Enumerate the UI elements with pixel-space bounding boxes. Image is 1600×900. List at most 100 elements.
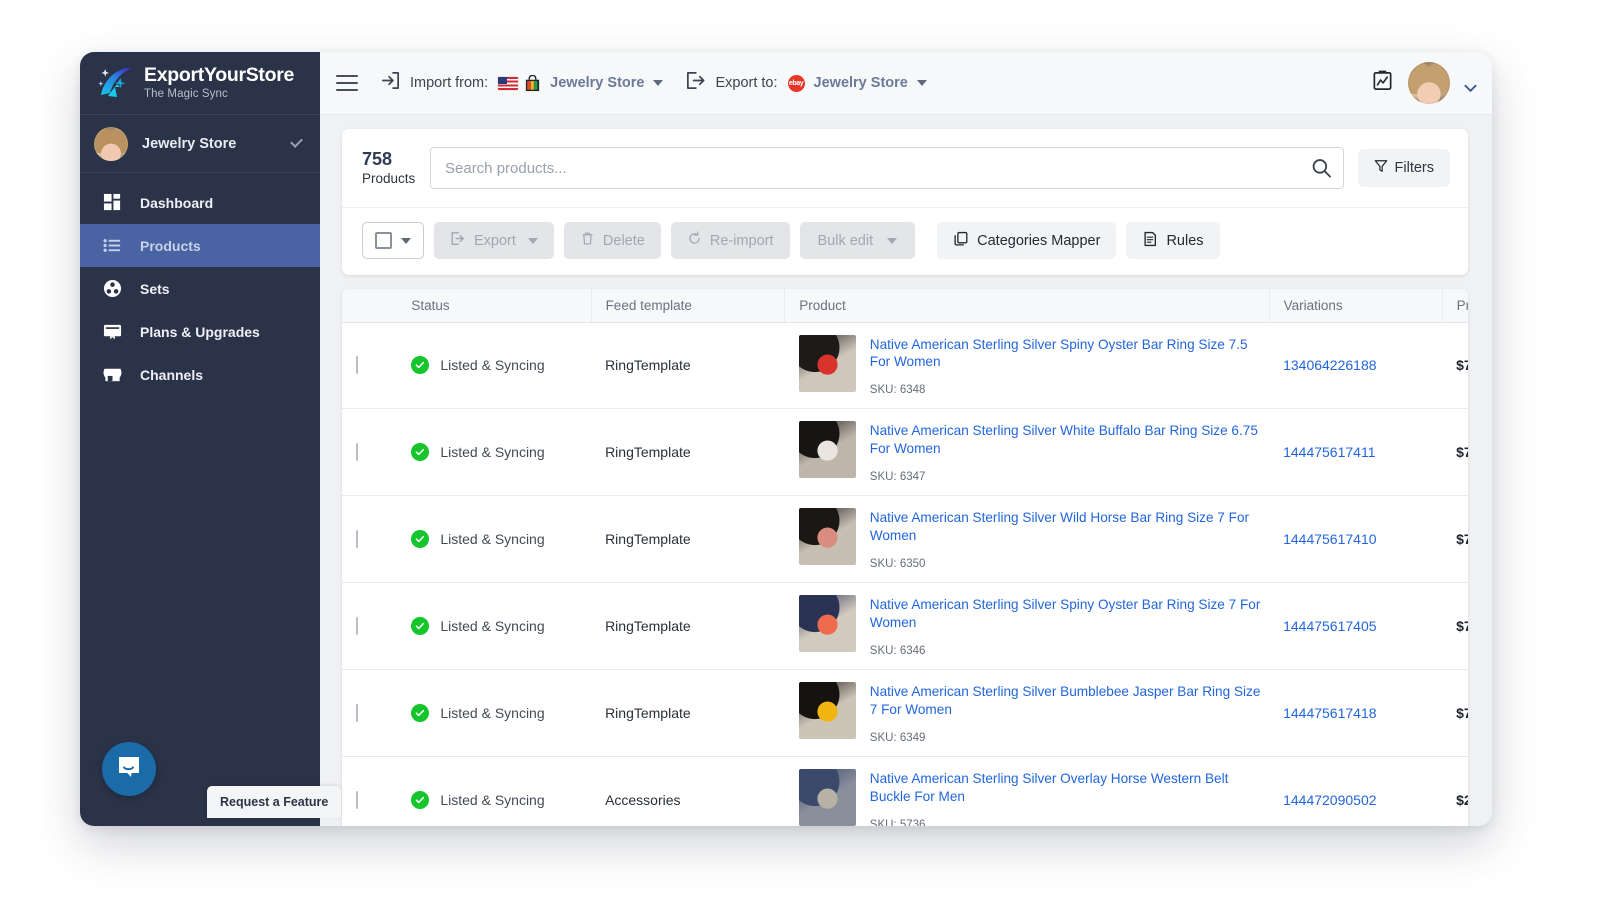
- trash-icon: [580, 231, 595, 250]
- table-row[interactable]: Listed & Syncing RingTemplate Native Ame…: [342, 669, 1468, 758]
- content-area: 758 Products Search products... Filters …: [320, 115, 1492, 826]
- export-button[interactable]: Export: [434, 222, 554, 259]
- store-selector[interactable]: Jewelry Store: [80, 115, 320, 173]
- document-list-icon: [1142, 231, 1158, 251]
- refresh-icon: [687, 231, 702, 250]
- table-header-row: Status Feed template Product Variations …: [342, 289, 1468, 323]
- table-row[interactable]: Listed & Syncing Accessories Native Amer…: [342, 756, 1468, 826]
- caret-down-icon[interactable]: [653, 80, 664, 86]
- row-feed-template-cell: RingTemplate: [591, 322, 785, 410]
- row-select-cell: [342, 582, 398, 671]
- variation-link[interactable]: 144472090502: [1283, 792, 1376, 808]
- column-variations[interactable]: Variations: [1269, 289, 1443, 323]
- bulk-edit-button[interactable]: Bulk edit: [799, 222, 916, 259]
- row-checkbox[interactable]: [356, 617, 358, 636]
- import-from-label: Import from:: [410, 75, 489, 91]
- product-thumbnail[interactable]: [798, 334, 856, 392]
- column-product[interactable]: Product: [784, 289, 1270, 323]
- ebay-logo-icon: ebay: [787, 74, 805, 92]
- product-title-link[interactable]: Native American Sterling Silver White Bu…: [870, 423, 1258, 456]
- sidebar-item-channels[interactable]: Channels: [80, 353, 320, 396]
- us-flag-icon: [498, 76, 519, 90]
- search-input[interactable]: [430, 147, 1344, 189]
- sidebar-item-label: Sets: [140, 280, 170, 297]
- hamburger-icon[interactable]: [336, 75, 358, 91]
- row-status-cell: Listed & Syncing: [397, 408, 592, 497]
- row-price-cell: $70: [1442, 669, 1468, 758]
- sidebar-item-plans-upgrades[interactable]: Plans & Upgrades: [80, 310, 320, 353]
- reimport-button[interactable]: Re-import: [670, 222, 790, 259]
- row-status-cell: Listed & Syncing: [397, 669, 592, 758]
- chevron-down-icon[interactable]: [1464, 80, 1477, 93]
- rules-button[interactable]: Rules: [1126, 222, 1220, 259]
- row-checkbox[interactable]: [356, 356, 358, 375]
- chevron-down-icon: [290, 135, 303, 148]
- variation-link[interactable]: 144475617418: [1283, 705, 1376, 721]
- row-price-cell: $70: [1442, 495, 1468, 584]
- reimport-button-label: Re-import: [709, 232, 774, 249]
- delete-button[interactable]: Delete: [563, 222, 661, 259]
- table-head: Status Feed template Product Variations …: [342, 289, 1468, 323]
- product-title-link[interactable]: Native American Sterling Silver Spiny Oy…: [870, 597, 1261, 630]
- status-label: Listed & Syncing: [440, 792, 545, 809]
- variation-link[interactable]: 144475617410: [1283, 531, 1376, 547]
- row-checkbox[interactable]: [356, 443, 358, 462]
- status-check-icon: [411, 443, 430, 462]
- row-variation-cell: 134064226188: [1269, 322, 1443, 410]
- table-row[interactable]: Listed & Syncing RingTemplate Native Ame…: [342, 582, 1468, 671]
- product-title-link[interactable]: Native American Sterling Silver Overlay …: [870, 771, 1229, 804]
- variation-link[interactable]: 144475617405: [1283, 618, 1376, 634]
- product-title-link[interactable]: Native American Sterling Silver Spiny Oy…: [870, 337, 1248, 370]
- caret-down-icon[interactable]: [916, 80, 927, 86]
- product-thumbnail[interactable]: [798, 595, 856, 653]
- product-thumbnail[interactable]: [798, 769, 856, 826]
- product-title-link[interactable]: Native American Sterling Silver Wild Hor…: [870, 510, 1249, 543]
- product-count-value: 758: [362, 148, 393, 169]
- row-product-cell: Native American Sterling Silver Wild Hor…: [784, 495, 1270, 584]
- import-store-name[interactable]: Jewelry Store: [550, 75, 644, 91]
- row-select-cell: [342, 322, 398, 410]
- product-title-link[interactable]: Native American Sterling Silver Bumblebe…: [870, 684, 1261, 717]
- column-status[interactable]: Status: [397, 289, 592, 323]
- product-thumbnail[interactable]: [798, 682, 856, 740]
- column-feed-template[interactable]: Feed template: [591, 289, 786, 323]
- categories-mapper-button[interactable]: Categories Mapper: [937, 222, 1117, 259]
- sidebar-item-sets[interactable]: Sets: [80, 267, 320, 310]
- app-logo[interactable]: ExportYourStore The Magic Sync: [80, 52, 320, 115]
- status-label: Listed & Syncing: [440, 531, 545, 548]
- row-feed-template-cell: RingTemplate: [591, 669, 785, 758]
- sidebar-item-products[interactable]: Products: [80, 224, 320, 267]
- product-thumbnail[interactable]: [798, 508, 856, 566]
- table-row[interactable]: Listed & Syncing RingTemplate Native Ame…: [342, 495, 1468, 584]
- export-store-name[interactable]: Jewelry Store: [814, 75, 908, 91]
- row-checkbox[interactable]: [356, 704, 358, 723]
- intercom-chat-launcher[interactable]: [102, 742, 156, 796]
- logo-tagline: The Magic Sync: [144, 87, 228, 100]
- store-avatar: [94, 126, 128, 161]
- column-price[interactable]: Price: [1442, 289, 1468, 323]
- row-feed-template-cell: RingTemplate: [591, 495, 785, 584]
- request-feature-tooltip[interactable]: Request a Feature: [207, 786, 342, 818]
- table-row[interactable]: Listed & Syncing RingTemplate Native Ame…: [342, 322, 1468, 410]
- avatar[interactable]: [1408, 62, 1450, 104]
- select-all-dropdown[interactable]: [362, 222, 424, 259]
- product-price: $70: [1456, 618, 1468, 635]
- sidebar-item-label: Dashboard: [140, 194, 214, 211]
- product-thumbnail[interactable]: [798, 421, 856, 479]
- variation-link[interactable]: 134064226188: [1283, 357, 1376, 373]
- search-icon[interactable]: [1311, 158, 1332, 179]
- clipboard-chart-icon[interactable]: [1371, 69, 1394, 97]
- row-status-cell: Listed & Syncing: [397, 582, 592, 671]
- variation-link[interactable]: 144475617411: [1283, 444, 1375, 460]
- filters-button[interactable]: Filters: [1357, 149, 1450, 187]
- row-feed-template-cell: RingTemplate: [591, 408, 785, 497]
- row-checkbox[interactable]: [356, 791, 358, 810]
- storefront-icon: [102, 365, 122, 385]
- sidebar-item-dashboard[interactable]: Dashboard: [80, 181, 320, 224]
- table-row[interactable]: Listed & Syncing RingTemplate Native Ame…: [342, 408, 1468, 497]
- products-table-card: Status Feed template Product Variations …: [342, 289, 1468, 826]
- sidebar-item-label: Products: [140, 237, 201, 254]
- row-checkbox[interactable]: [356, 530, 358, 549]
- caret-down-icon: [527, 237, 538, 244]
- product-price: $70: [1456, 444, 1468, 461]
